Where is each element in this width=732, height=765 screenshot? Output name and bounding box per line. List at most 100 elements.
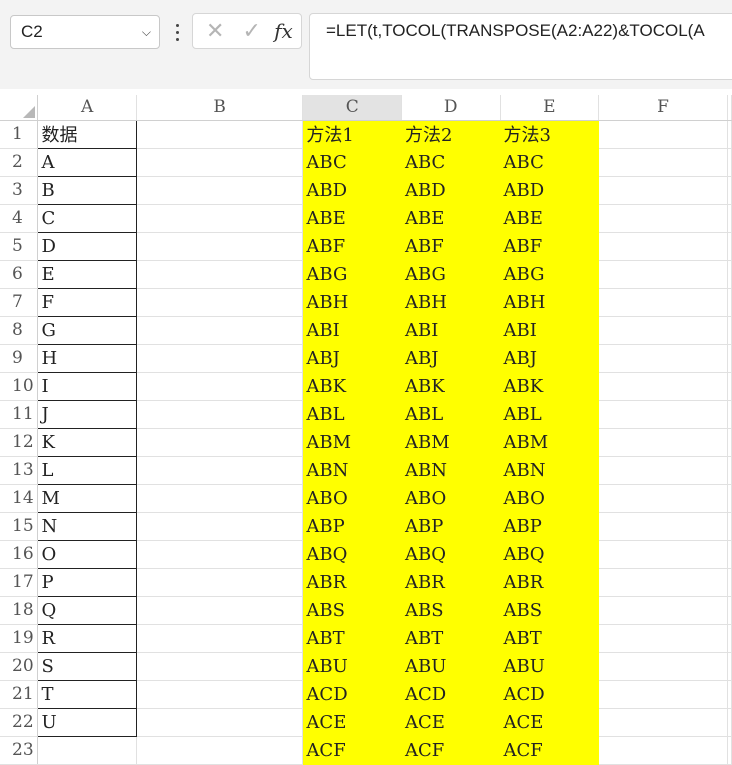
row-header[interactable]: 17	[0, 568, 39, 597]
cell-e[interactable]: ABJ	[500, 344, 600, 373]
cell-b[interactable]	[136, 596, 304, 625]
cell-f[interactable]	[598, 148, 728, 177]
cell-b[interactable]	[136, 372, 304, 401]
cell-c[interactable]: ABD	[302, 176, 402, 205]
enter-icon[interactable]: ✓	[238, 19, 266, 44]
cell-g[interactable]	[727, 568, 732, 597]
column-header[interactable]: D	[401, 95, 501, 121]
cell-f[interactable]	[598, 568, 728, 597]
cell-g[interactable]	[727, 512, 732, 541]
cell-f[interactable]	[598, 624, 728, 653]
cell-f[interactable]	[598, 120, 728, 149]
chevron-down-icon[interactable]: ⌵	[142, 25, 151, 40]
cell-f[interactable]	[598, 428, 728, 457]
cell-f[interactable]	[598, 232, 728, 261]
row-header[interactable]: 21	[0, 680, 39, 709]
cell-b[interactable]	[136, 120, 304, 149]
cell-c[interactable]: ABM	[302, 428, 402, 457]
column-header[interactable]: A	[37, 95, 137, 121]
cell-c[interactable]: ABN	[302, 456, 402, 485]
cell-a[interactable]: N	[37, 511, 137, 541]
cell-a[interactable]: I	[37, 371, 137, 401]
cell-e[interactable]: ABG	[500, 260, 600, 289]
cell-e[interactable]: 方法3	[500, 120, 600, 149]
cell-e[interactable]: ABO	[500, 484, 600, 513]
cell-a[interactable]: H	[37, 343, 137, 373]
cell-g[interactable]	[727, 400, 732, 429]
cell-e[interactable]: ABK	[500, 372, 600, 401]
cell-c[interactable]: ABQ	[302, 540, 402, 569]
cell-c[interactable]: ABH	[302, 288, 402, 317]
cell-e[interactable]: ABN	[500, 456, 600, 485]
cell-c[interactable]: ABP	[302, 512, 402, 541]
cell-b[interactable]	[136, 316, 304, 345]
cell-g[interactable]	[727, 176, 732, 205]
cell-g[interactable]	[727, 708, 732, 737]
column-header[interactable]: F	[598, 95, 728, 121]
cell-g[interactable]	[727, 316, 732, 345]
cell-b[interactable]	[136, 204, 304, 233]
cell-f[interactable]	[598, 484, 728, 513]
cell-d[interactable]: ACF	[401, 736, 501, 765]
cell-e[interactable]: ABQ	[500, 540, 600, 569]
cell-c[interactable]: ABI	[302, 316, 402, 345]
cell-a[interactable]: T	[37, 679, 137, 709]
cell-d[interactable]: ABF	[401, 232, 501, 261]
cell-a[interactable]: K	[37, 427, 137, 457]
cell-g[interactable]	[727, 344, 732, 373]
cell-g[interactable]	[727, 596, 732, 625]
cell-f[interactable]	[598, 176, 728, 205]
cell-c[interactable]: ABL	[302, 400, 402, 429]
column-header[interactable]: C	[302, 95, 402, 121]
cell-a[interactable]	[37, 736, 137, 765]
cell-a[interactable]: D	[37, 231, 137, 261]
cell-d[interactable]: ACD	[401, 680, 501, 709]
cell-b[interactable]	[136, 512, 304, 541]
cell-d[interactable]: ABP	[401, 512, 501, 541]
cell-a[interactable]: C	[37, 203, 137, 233]
insert-function-icon[interactable]: fx	[274, 19, 293, 43]
cell-d[interactable]: ABJ	[401, 344, 501, 373]
cell-b[interactable]	[136, 708, 304, 737]
cell-d[interactable]: ABQ	[401, 540, 501, 569]
cell-e[interactable]: ABR	[500, 568, 600, 597]
cell-a[interactable]: L	[37, 455, 137, 485]
cell-f[interactable]	[598, 708, 728, 737]
cell-c[interactable]: ABJ	[302, 344, 402, 373]
cell-c[interactable]: ACF	[302, 736, 402, 765]
cell-c[interactable]: ABU	[302, 652, 402, 681]
cell-d[interactable]: ABG	[401, 260, 501, 289]
row-header[interactable]: 12	[0, 428, 39, 457]
name-box[interactable]: C2 ⌵	[10, 15, 160, 49]
cell-d[interactable]: ABN	[401, 456, 501, 485]
cell-f[interactable]	[598, 540, 728, 569]
cell-c[interactable]: ABE	[302, 204, 402, 233]
cell-e[interactable]: ABM	[500, 428, 600, 457]
cell-e[interactable]: ABD	[500, 176, 600, 205]
cell-b[interactable]	[136, 736, 304, 765]
cell-d[interactable]: ABC	[401, 148, 501, 177]
cell-c[interactable]: ABR	[302, 568, 402, 597]
row-header[interactable]: 4	[0, 204, 39, 233]
cell-f[interactable]	[598, 512, 728, 541]
cell-f[interactable]	[598, 400, 728, 429]
cell-a[interactable]: P	[37, 567, 137, 597]
cell-b[interactable]	[136, 232, 304, 261]
cell-e[interactable]: ABI	[500, 316, 600, 345]
select-all-corner[interactable]	[0, 95, 39, 121]
cell-g[interactable]	[727, 428, 732, 457]
row-header[interactable]: 5	[0, 232, 39, 261]
cell-a[interactable]: B	[37, 175, 137, 205]
row-header[interactable]: 23	[0, 736, 39, 765]
cell-d[interactable]: ABH	[401, 288, 501, 317]
cell-d[interactable]: 方法2	[401, 120, 501, 149]
column-header[interactable]: B	[136, 95, 304, 121]
cell-g[interactable]	[727, 736, 732, 765]
row-header[interactable]: 14	[0, 484, 39, 513]
cell-a[interactable]: U	[37, 707, 137, 737]
cell-b[interactable]	[136, 652, 304, 681]
cell-e[interactable]: ACD	[500, 680, 600, 709]
cell-b[interactable]	[136, 680, 304, 709]
cell-c[interactable]: ABG	[302, 260, 402, 289]
row-header[interactable]: 10	[0, 372, 39, 401]
